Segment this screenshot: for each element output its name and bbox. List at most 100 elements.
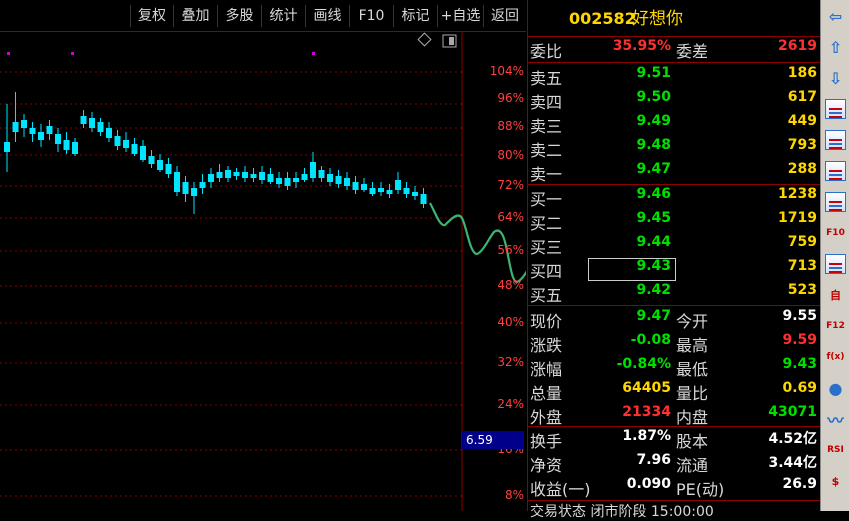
mark-button[interactable]: 标记 bbox=[393, 5, 437, 27]
info-value: 0.090 bbox=[626, 476, 671, 492]
ask-label: 卖四 bbox=[530, 93, 563, 112]
candle-body bbox=[301, 174, 308, 180]
ask-row: 卖五 9.51 186 bbox=[528, 65, 821, 88]
bid-price: 9.45 bbox=[636, 210, 671, 226]
ask-row: 卖二 9.48 793 bbox=[528, 137, 821, 160]
chart-toolbar: 复权 叠加 多股 统计 画线 F10 标记 +自选 返回 bbox=[0, 0, 526, 32]
candle-body bbox=[225, 170, 231, 178]
candle-body bbox=[29, 128, 36, 134]
ask-volume: 793 bbox=[787, 137, 817, 153]
line-chart-icon[interactable] bbox=[825, 161, 846, 181]
ask-volume: 186 bbox=[787, 65, 817, 81]
weibi-row: 委比 35.95% 委差 2619 bbox=[528, 38, 821, 61]
statistics-button[interactable]: 统计 bbox=[261, 5, 305, 27]
ask-price: 9.50 bbox=[636, 89, 671, 105]
candle-body bbox=[378, 188, 384, 192]
list-icon[interactable] bbox=[825, 99, 846, 119]
candle-body bbox=[395, 180, 401, 190]
candle-body bbox=[123, 140, 129, 148]
f10-icon[interactable]: F10 bbox=[825, 223, 846, 243]
candle-body bbox=[208, 174, 214, 182]
bid-label: 买三 bbox=[530, 238, 563, 257]
f10-button[interactable]: F10 bbox=[349, 5, 393, 27]
candle-body bbox=[276, 178, 282, 184]
candle-body bbox=[310, 162, 316, 178]
stat-value: 9.43 bbox=[782, 356, 817, 372]
self-select-icon[interactable]: 自 bbox=[825, 285, 846, 305]
fuquan-button[interactable]: 复权 bbox=[130, 5, 173, 27]
wave-icon[interactable]: 〰 bbox=[825, 409, 846, 430]
info-value: 3.44亿 bbox=[768, 455, 817, 471]
bid-price: 9.46 bbox=[636, 186, 671, 202]
candle-body bbox=[250, 174, 257, 178]
info-label: 股本 bbox=[676, 432, 709, 451]
bid-label: 买五 bbox=[530, 286, 563, 305]
divider bbox=[528, 184, 821, 185]
y-label: 80% bbox=[497, 148, 524, 162]
info-icon[interactable] bbox=[825, 254, 846, 274]
rsi-icon[interactable]: RSI bbox=[825, 440, 846, 460]
weibi-value: 35.95% bbox=[612, 38, 671, 54]
ask-label: 卖三 bbox=[530, 117, 563, 136]
function-icon[interactable]: f(x) bbox=[825, 347, 846, 367]
info-label: 流通 bbox=[676, 456, 709, 475]
divider bbox=[528, 62, 821, 63]
arrow-up-icon[interactable]: ⇧ bbox=[825, 37, 846, 57]
candle-body bbox=[63, 140, 70, 150]
draw-line-button[interactable]: 画线 bbox=[305, 5, 349, 27]
candle-body bbox=[267, 174, 274, 182]
y-label: 96% bbox=[497, 91, 524, 105]
add-favorite-button[interactable]: +自选 bbox=[437, 5, 483, 27]
grid-lines bbox=[0, 71, 462, 497]
f12-icon[interactable]: F12 bbox=[825, 316, 846, 336]
kline-chart[interactable]: 104% 96% 88% 80% 72% 64% 56% 48% 40% 32%… bbox=[0, 32, 526, 511]
multi-stock-button[interactable]: 多股 bbox=[217, 5, 261, 27]
trade-status: 交易状态 闭市阶段 15:00:00 bbox=[530, 504, 714, 520]
stat-label: 涨跌 bbox=[530, 336, 563, 355]
candle-body bbox=[97, 122, 104, 132]
overlay-button[interactable]: 叠加 bbox=[173, 5, 217, 27]
info-label: PE(动) bbox=[676, 480, 725, 499]
candle-body bbox=[157, 160, 163, 170]
y-label: 32% bbox=[497, 355, 524, 369]
candle-chart-icon[interactable] bbox=[825, 192, 846, 212]
bid-row: 买三 9.44 759 bbox=[528, 234, 821, 257]
stat-value: 9.47 bbox=[636, 308, 671, 324]
candle-body bbox=[191, 188, 197, 196]
info-value: 1.87% bbox=[622, 428, 671, 444]
y-label: 48% bbox=[497, 278, 524, 292]
bid-row: 买二 9.45 1719 bbox=[528, 210, 821, 233]
stat-value: 64405 bbox=[622, 380, 671, 396]
circle-icon[interactable]: ● bbox=[825, 378, 846, 398]
bid-volume: 759 bbox=[787, 234, 817, 250]
arrow-down-icon[interactable]: ⇩ bbox=[825, 68, 846, 88]
candle-body bbox=[386, 190, 393, 194]
dollar-icon[interactable]: $ bbox=[825, 471, 846, 491]
info-row: 净资 7.96 流通 3.44亿 bbox=[528, 452, 821, 475]
ask-volume: 288 bbox=[787, 161, 817, 177]
y-label: 88% bbox=[497, 119, 524, 133]
candle-body bbox=[80, 116, 87, 124]
y-label: 40% bbox=[497, 315, 524, 329]
candle-body bbox=[38, 132, 44, 140]
bid-volume: 523 bbox=[787, 282, 817, 298]
y-label: 56% bbox=[497, 243, 524, 257]
ask-row: 卖一 9.47 288 bbox=[528, 161, 821, 184]
current-price-badge: 6.59 bbox=[462, 431, 524, 449]
candle-body bbox=[369, 188, 376, 194]
grid-icon[interactable] bbox=[825, 130, 846, 150]
candle-body bbox=[284, 178, 291, 186]
ask-row: 卖三 9.49 449 bbox=[528, 113, 821, 136]
back-button[interactable]: 返回 bbox=[483, 5, 526, 27]
stat-value: -0.08 bbox=[630, 332, 671, 348]
info-row: 换手 1.87% 股本 4.52亿 bbox=[528, 428, 821, 451]
candle-body bbox=[89, 118, 95, 128]
arrow-left-icon[interactable]: ⇦ bbox=[825, 6, 846, 26]
stat-row: 外盘 21334 内盘 43071 bbox=[528, 404, 821, 427]
bid-volume: 713 bbox=[787, 258, 817, 274]
stat-row: 涨幅 -0.84% 最低 9.43 bbox=[528, 356, 821, 379]
candle-body bbox=[344, 178, 350, 186]
candle-body bbox=[352, 182, 359, 190]
quote-panel: 002582 好想你 委比 35.95% 委差 2619 卖五 9.51 186 卖四… bbox=[527, 0, 821, 520]
info-row: 收益(一) 0.090 PE(动) 26.9 bbox=[528, 476, 821, 499]
